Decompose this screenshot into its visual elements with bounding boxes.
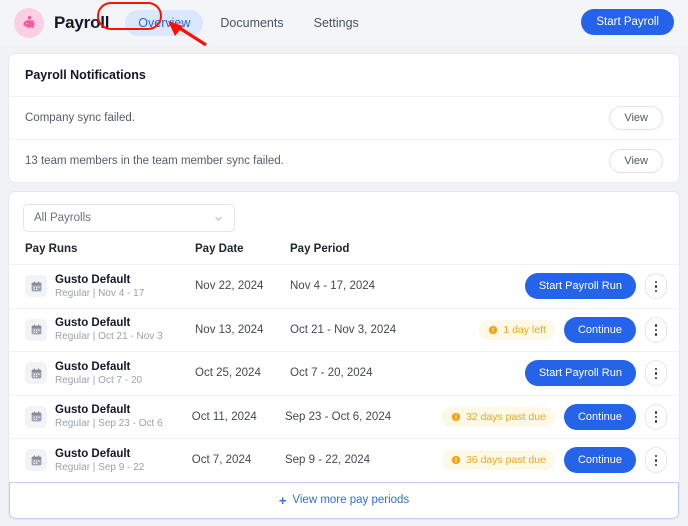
continue-button[interactable]: Continue	[563, 316, 636, 343]
view-button[interactable]: View	[609, 106, 663, 130]
status-badge-label: 32 days past due	[465, 410, 546, 423]
pay-run-name: Gusto Default	[55, 404, 131, 417]
row-actions: 36 days past due Continue	[441, 447, 667, 474]
piggy-bank-logo	[14, 7, 44, 38]
calendar-icon	[25, 318, 47, 341]
row-menu-icon[interactable]	[645, 273, 667, 300]
pay-run-name: Gusto Default	[55, 447, 131, 460]
status-badge: 1 day left	[479, 319, 555, 340]
view-more-pay-periods-row[interactable]: + View more pay periods	[9, 481, 679, 519]
row-menu-icon[interactable]	[645, 316, 667, 343]
row-actions: 32 days past due Continue	[441, 403, 667, 430]
pay-run-cell: Gusto Default Regular | Oct 7 - 20	[25, 360, 195, 387]
notification-text: 13 team members in the team member sync …	[25, 155, 284, 167]
view-button[interactable]: View	[609, 149, 663, 173]
pay-run-cell: Gusto Default Regular | Sep 9 - 22	[25, 447, 192, 474]
pay-runs-card: All Payrolls Pay Runs Pay Date Pay Perio…	[8, 191, 680, 520]
filter-area: All Payrolls	[9, 192, 679, 243]
table-header: Pay Runs Pay Date Pay Period	[9, 243, 679, 264]
column-header-pay-runs: Pay Runs	[25, 243, 78, 255]
table-row[interactable]: Gusto Default Regular | Oct 7 - 20 Oct 2…	[9, 351, 679, 395]
pay-run-subtitle: Regular | Oct 21 - Nov 3	[55, 331, 163, 343]
pay-run-cell: Gusto Default Regular | Oct 21 - Nov 3	[25, 316, 195, 343]
alert-circle-icon	[489, 325, 498, 334]
column-header-pay-period: Pay Period	[290, 243, 350, 255]
plus-icon: +	[278, 492, 287, 508]
calendar-icon	[25, 275, 47, 298]
status-badge-label: 1 day left	[503, 323, 546, 336]
row-menu-icon[interactable]	[645, 403, 667, 430]
table-row[interactable]: Gusto Default Regular | Sep 23 - Oct 6 O…	[9, 394, 679, 439]
app-header: Payroll Overview Documents Settings Star…	[0, 0, 688, 46]
status-badge-label: 36 days past due	[465, 454, 546, 467]
pay-run-cell: Gusto Default Regular | Nov 4 - 17	[25, 273, 195, 300]
pay-run-name: Gusto Default	[55, 360, 131, 373]
status-badge: 32 days past due	[441, 406, 555, 427]
row-menu-icon[interactable]	[645, 360, 667, 387]
row-actions: 1 day left Continue	[479, 316, 667, 343]
payroll-filter-select[interactable]: All Payrolls	[23, 204, 235, 232]
page-body: Payroll Notifications Company sync faile…	[0, 53, 688, 520]
continue-button[interactable]: Continue	[563, 447, 636, 474]
column-header-pay-date: Pay Date	[195, 243, 244, 255]
start-payroll-button[interactable]: Start Payroll	[581, 9, 674, 35]
tab-documents[interactable]: Documents	[207, 10, 296, 36]
pay-period-value: Oct 7 - 20, 2024	[290, 367, 373, 380]
tab-settings[interactable]: Settings	[301, 10, 372, 36]
view-more-pay-periods-link[interactable]: + View more pay periods	[279, 494, 409, 507]
row-menu-icon[interactable]	[645, 447, 667, 474]
chevron-down-icon	[215, 216, 222, 221]
row-actions: Start Payroll Run	[524, 273, 667, 300]
payroll-filter-value: All Payrolls	[34, 212, 91, 224]
primary-tabs: Overview Documents Settings	[125, 9, 372, 36]
notification-row: 13 team members in the team member sync …	[9, 139, 679, 182]
pay-date-value: Nov 22, 2024	[195, 280, 264, 293]
notification-text: Company sync failed.	[25, 112, 135, 124]
calendar-icon	[25, 449, 47, 472]
page-title: Payroll	[54, 12, 110, 32]
calendar-icon	[25, 405, 47, 428]
pay-run-subtitle: Regular | Sep 9 - 22	[55, 461, 145, 473]
table-row[interactable]: Gusto Default Regular | Nov 4 - 17 Nov 2…	[9, 264, 679, 308]
pay-date-value: Oct 7, 2024	[191, 454, 252, 467]
status-badge: 36 days past due	[441, 450, 555, 471]
notifications-title: Payroll Notifications	[25, 68, 146, 82]
table-row[interactable]: Gusto Default Regular | Oct 21 - Nov 3 N…	[9, 307, 679, 352]
pay-run-subtitle: Regular | Nov 4 - 17	[55, 287, 145, 299]
start-payroll-run-button[interactable]: Start Payroll Run	[524, 273, 636, 300]
view-more-label: View more pay periods	[292, 494, 410, 506]
piggy-bank-icon	[22, 15, 35, 29]
pay-date-value: Nov 13, 2024	[195, 323, 264, 336]
row-actions: Start Payroll Run	[524, 360, 667, 387]
payroll-notifications-card: Payroll Notifications Company sync faile…	[8, 53, 680, 183]
pay-run-subtitle: Regular | Oct 7 - 20	[55, 374, 143, 386]
start-payroll-run-button[interactable]: Start Payroll Run	[524, 360, 636, 387]
pay-date-value: Oct 25, 2024	[195, 367, 261, 380]
pay-period-value: Oct 21 - Nov 3, 2024	[290, 323, 397, 336]
pay-run-name: Gusto Default	[55, 273, 131, 286]
notification-row: Company sync failed. View	[9, 96, 679, 139]
pay-run-subtitle: Regular | Sep 23 - Oct 6	[55, 418, 163, 430]
alert-circle-icon	[451, 412, 461, 421]
continue-button[interactable]: Continue	[563, 403, 636, 430]
pay-period-value: Nov 4 - 17, 2024	[290, 280, 376, 293]
calendar-icon	[25, 362, 47, 385]
pay-period-value: Sep 9 - 22, 2024	[284, 454, 371, 467]
table-row[interactable]: Gusto Default Regular | Sep 9 - 22 Oct 7…	[9, 438, 679, 482]
pay-date-value: Oct 11, 2024	[191, 410, 257, 423]
pay-run-name: Gusto Default	[55, 317, 131, 330]
alert-circle-icon	[451, 456, 461, 465]
tab-overview[interactable]: Overview	[125, 9, 204, 36]
pay-run-cell: Gusto Default Regular | Sep 23 - Oct 6	[25, 403, 192, 430]
pay-period-value: Sep 23 - Oct 6, 2024	[284, 410, 392, 423]
